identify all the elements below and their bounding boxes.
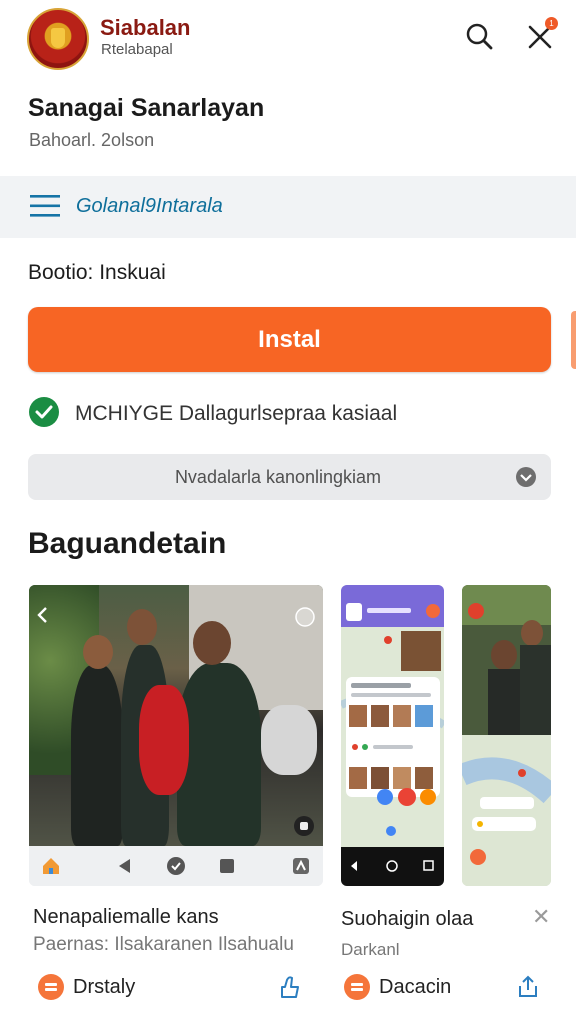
share-icon[interactable] <box>291 856 311 876</box>
screenshot-card-2[interactable] <box>341 585 444 886</box>
dropdown-select[interactable]: Nvadalarla kanonlingkiam <box>28 454 551 500</box>
top-bar: Siabalan Rtelabapal 1 <box>0 0 576 80</box>
screenshot-photo <box>29 585 323 846</box>
person-shape <box>71 665 123 846</box>
edge-button-sliver <box>571 311 576 369</box>
menu-link[interactable]: Golanal9Intarala <box>76 195 223 218</box>
notification-badge: 1 <box>545 17 558 30</box>
footer-item-2-label[interactable]: Dacacin <box>379 976 451 999</box>
screenshot-1-subcaption: Paernas: Ilsakaranen Ilsahualu <box>33 934 294 955</box>
dropdown-value: Nvadalarla kanonlingkiam <box>174 467 382 487</box>
card-nav-bar <box>29 846 323 886</box>
install-status: Bootio: Inskuai <box>28 261 166 284</box>
chevron-left-icon[interactable] <box>35 605 51 625</box>
page-title: Sanagai Sanarlayan <box>28 94 265 122</box>
screenshot-card-3[interactable] <box>462 585 551 886</box>
back-icon[interactable] <box>115 856 135 876</box>
person-head <box>83 635 113 669</box>
app-subtitle: Rtelabapal <box>101 41 173 58</box>
expand-icon[interactable] <box>295 607 315 627</box>
bike-shape <box>261 705 317 775</box>
screenshot-2-caption: Suohaigin olaa <box>341 908 474 930</box>
share-icon[interactable] <box>516 974 540 1000</box>
chevron-down-icon <box>515 466 537 488</box>
bike-shape <box>139 685 189 795</box>
square-icon[interactable] <box>217 856 237 876</box>
verified-text: MCHIYGE Dallagurlsepraa kasiaal <box>75 402 398 425</box>
screenshot-card-1[interactable] <box>29 585 323 886</box>
person-shape <box>177 663 261 846</box>
home-icon[interactable] <box>41 856 61 876</box>
map-screenshot <box>462 585 551 886</box>
check-circle-icon[interactable] <box>166 856 186 876</box>
section-title: Baguandetain <box>28 527 227 560</box>
menu-icon[interactable] <box>29 192 61 220</box>
app-logo <box>27 8 89 70</box>
dismiss-close-icon[interactable]: ✕ <box>532 905 550 930</box>
app-name: Siabalan <box>100 15 191 40</box>
phone-screenshot <box>341 585 444 886</box>
person-head <box>193 621 231 665</box>
verified-check-icon <box>29 397 59 427</box>
thumb-icon[interactable] <box>276 973 302 1001</box>
record-icon[interactable] <box>293 815 315 837</box>
page-subtitle: Bahoarl. 2olson <box>29 130 155 150</box>
profile-icon[interactable] <box>38 974 64 1000</box>
search-icon[interactable] <box>463 20 497 54</box>
footer-item-1-label[interactable]: Drstaly <box>73 976 135 999</box>
footer-bar: Drstaly Dacacin <box>0 960 576 1024</box>
screenshot-1-caption: Nenapaliemalle kans <box>33 906 219 928</box>
person-head <box>127 609 157 645</box>
screenshot-2-subcaption: Darkanl <box>341 940 400 959</box>
install-button[interactable]: Instal <box>28 307 551 372</box>
profile-icon[interactable] <box>344 974 370 1000</box>
